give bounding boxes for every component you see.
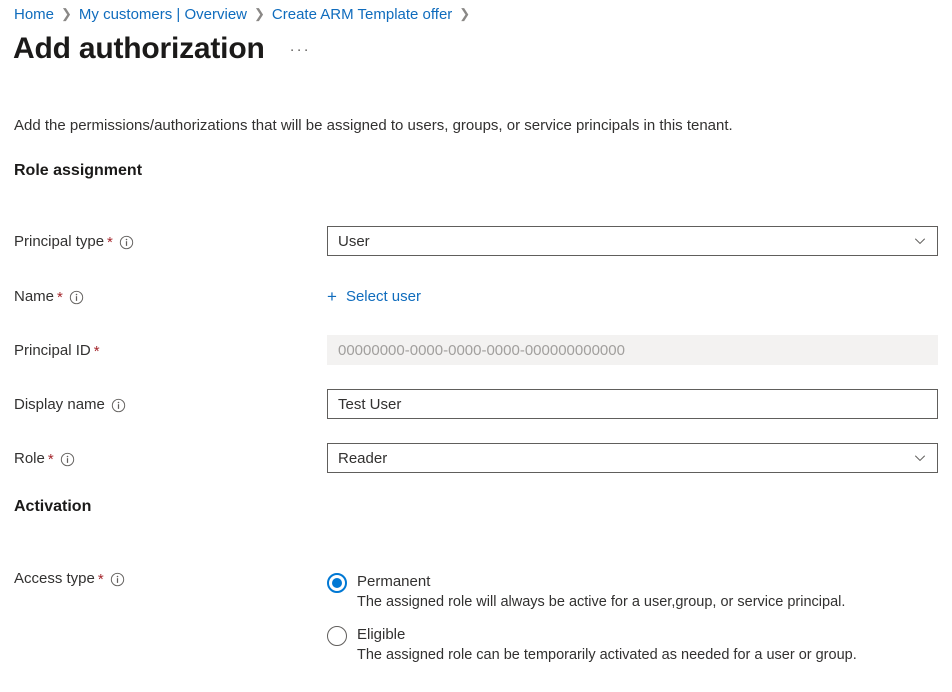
label-principal-type-text: Principal type [14, 233, 104, 250]
form-row-principal-id: Principal ID * 00000000-0000-0000-0000-0… [0, 335, 952, 365]
radio-description-eligible: The assigned role can be temporarily act… [357, 645, 857, 665]
radio-label-permanent: Permanent [357, 572, 845, 591]
label-display-name-text: Display name [14, 396, 105, 413]
radio-texts-permanent: Permanent The assigned role will always … [357, 572, 845, 612]
form-row-role: Role * Reader [0, 443, 952, 473]
more-options-icon[interactable]: ··· [290, 42, 311, 57]
chevron-down-icon [913, 234, 927, 248]
chevron-down-icon [913, 451, 927, 465]
breadcrumb: Home ❯ My customers | Overview ❯ Create … [14, 0, 477, 28]
radio-button-eligible[interactable] [327, 626, 347, 646]
radio-option-permanent[interactable]: Permanent The assigned role will always … [327, 572, 857, 612]
breadcrumb-separator-icon: ❯ [254, 6, 265, 22]
page-title: Add authorization [13, 30, 265, 68]
info-icon[interactable] [60, 452, 75, 467]
label-access-type: Access type * [14, 563, 125, 593]
section-heading-activation: Activation [14, 498, 91, 516]
radio-button-permanent[interactable] [327, 573, 347, 593]
breadcrumb-separator-icon: ❯ [459, 6, 470, 22]
access-type-radio-group: Permanent The assigned role will always … [327, 572, 857, 678]
control-display-name: Test User [327, 389, 938, 419]
radio-option-eligible[interactable]: Eligible The assigned role can be tempor… [327, 625, 857, 665]
label-principal-type: Principal type * [14, 226, 134, 256]
breadcrumb-item-home[interactable]: Home [14, 6, 54, 23]
select-user-label: Select user [346, 288, 421, 305]
required-asterisk: * [48, 452, 54, 467]
principal-type-dropdown[interactable]: User [327, 226, 938, 256]
label-principal-id: Principal ID * [14, 335, 100, 365]
required-asterisk: * [107, 235, 113, 250]
label-name-text: Name [14, 288, 54, 305]
radio-label-eligible: Eligible [357, 625, 857, 644]
label-principal-id-text: Principal ID [14, 342, 91, 359]
label-role-text: Role [14, 450, 45, 467]
principal-id-input[interactable]: 00000000-0000-0000-0000-000000000000 [327, 335, 938, 365]
required-asterisk: * [98, 572, 104, 587]
control-principal-id: 00000000-0000-0000-0000-000000000000 [327, 335, 938, 365]
control-name: + Select user [327, 281, 938, 311]
breadcrumb-item-create-arm-template-offer[interactable]: Create ARM Template offer [272, 6, 452, 23]
page-header: Add authorization ··· [13, 30, 311, 68]
plus-icon: + [327, 288, 337, 305]
info-icon[interactable] [111, 398, 126, 413]
control-principal-type: User [327, 226, 938, 256]
form-row-name: Name * + Select user [0, 281, 952, 311]
radio-texts-eligible: Eligible The assigned role can be tempor… [357, 625, 857, 665]
select-user-button[interactable]: + Select user [327, 281, 421, 311]
required-asterisk: * [57, 290, 63, 305]
role-value: Reader [338, 450, 387, 467]
label-role: Role * [14, 443, 75, 473]
control-role: Reader [327, 443, 938, 473]
info-icon[interactable] [69, 290, 84, 305]
display-name-input[interactable]: Test User [327, 389, 938, 419]
page-description: Add the permissions/authorizations that … [14, 116, 733, 136]
principal-id-placeholder: 00000000-0000-0000-0000-000000000000 [338, 342, 625, 359]
label-access-type-text: Access type [14, 570, 95, 587]
section-heading-role-assignment: Role assignment [14, 162, 142, 180]
breadcrumb-item-my-customers[interactable]: My customers | Overview [79, 6, 247, 23]
form-row-principal-type: Principal type * User [0, 226, 952, 256]
role-dropdown[interactable]: Reader [327, 443, 938, 473]
info-icon[interactable] [119, 235, 134, 250]
principal-type-value: User [338, 233, 370, 250]
label-display-name: Display name [14, 389, 126, 419]
breadcrumb-separator-icon: ❯ [61, 6, 72, 22]
radio-description-permanent: The assigned role will always be active … [357, 592, 845, 612]
info-icon[interactable] [110, 572, 125, 587]
label-name: Name * [14, 281, 84, 311]
display-name-value: Test User [338, 396, 401, 413]
form-row-display-name: Display name Test User [0, 389, 952, 419]
required-asterisk: * [94, 344, 100, 359]
